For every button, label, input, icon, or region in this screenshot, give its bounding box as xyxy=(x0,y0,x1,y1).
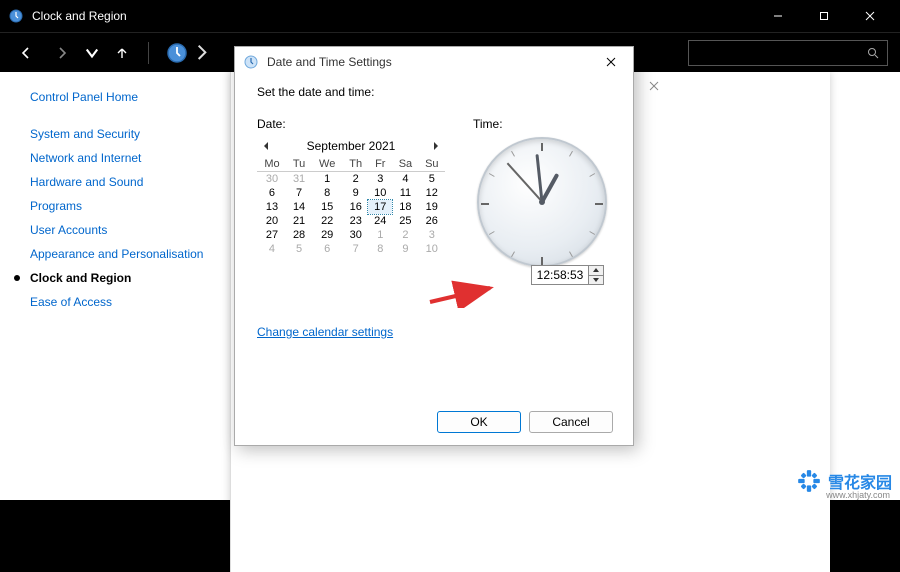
category-hardware-and-sound[interactable]: Hardware and Sound xyxy=(30,170,228,194)
category-system-and-security[interactable]: System and Security xyxy=(30,122,228,146)
calendar-day[interactable]: 8 xyxy=(368,242,392,256)
calendar-day[interactable]: 10 xyxy=(419,242,445,256)
calendar-day[interactable]: 27 xyxy=(257,228,287,242)
date-label: Date: xyxy=(257,117,445,131)
calendar-day[interactable]: 9 xyxy=(392,242,418,256)
calendar-day[interactable]: 1 xyxy=(368,228,392,242)
calendar-day[interactable]: 15 xyxy=(311,200,343,214)
maximize-button[interactable] xyxy=(802,2,846,30)
next-month-button[interactable] xyxy=(429,139,443,153)
weekday-header: Th xyxy=(343,157,368,172)
main-title: Clock and Region xyxy=(32,9,127,23)
category-clock-and-region[interactable]: Clock and Region xyxy=(30,266,228,290)
parent-dialog-close-button[interactable] xyxy=(640,76,668,96)
settings-clock-icon xyxy=(243,54,259,70)
calendar-day[interactable]: 4 xyxy=(392,172,418,187)
calendar-day[interactable]: 2 xyxy=(392,228,418,242)
calendar-day[interactable]: 14 xyxy=(287,200,311,214)
time-spinner[interactable] xyxy=(531,265,604,285)
category-ease-of-access[interactable]: Ease of Access xyxy=(30,290,228,314)
calendar-day[interactable]: 17 xyxy=(368,200,392,214)
change-calendar-settings-link[interactable]: Change calendar settings xyxy=(257,325,393,339)
address-bar-icon[interactable] xyxy=(165,41,189,65)
watermark-logo-icon xyxy=(796,468,822,494)
calendar-day[interactable]: 30 xyxy=(343,228,368,242)
calendar-day[interactable]: 13 xyxy=(257,200,287,214)
calendar-day[interactable]: 22 xyxy=(311,214,343,228)
calendar-day[interactable]: 16 xyxy=(343,200,368,214)
weekday-header: Su xyxy=(419,157,445,172)
calendar-day[interactable]: 9 xyxy=(343,186,368,200)
weekday-header: We xyxy=(311,157,343,172)
calendar-day[interactable]: 18 xyxy=(392,200,418,214)
calendar-day[interactable]: 8 xyxy=(311,186,343,200)
category-programs[interactable]: Programs xyxy=(30,194,228,218)
left-panel: Control Panel Home System and SecurityNe… xyxy=(0,72,240,314)
calendar-day[interactable]: 4 xyxy=(257,242,287,256)
main-titlebar: Clock and Region xyxy=(0,0,900,32)
watermark-url: www.xhjaty.com xyxy=(826,490,890,500)
instruction-text: Set the date and time: xyxy=(257,85,611,99)
dialog-title: Date and Time Settings xyxy=(267,55,392,69)
calendar-day[interactable]: 2 xyxy=(343,172,368,187)
calendar[interactable]: September 2021 MoTuWeThFrSaSu30311234567… xyxy=(257,137,445,256)
weekday-header: Sa xyxy=(392,157,418,172)
calendar-day[interactable]: 30 xyxy=(257,172,287,187)
calendar-day[interactable]: 10 xyxy=(368,186,392,200)
category-appearance-and-personalisation[interactable]: Appearance and Personalisation xyxy=(30,242,228,266)
time-spin-down[interactable] xyxy=(589,276,603,285)
calendar-day[interactable]: 12 xyxy=(419,186,445,200)
close-button[interactable] xyxy=(848,2,892,30)
calendar-day[interactable]: 26 xyxy=(419,214,445,228)
calendar-day[interactable]: 11 xyxy=(392,186,418,200)
search-icon xyxy=(867,47,879,59)
category-network-and-internet[interactable]: Network and Internet xyxy=(30,146,228,170)
recent-dropdown[interactable] xyxy=(84,39,100,67)
control-panel-home-link[interactable]: Control Panel Home xyxy=(30,90,228,104)
analog-clock xyxy=(477,137,607,267)
dialog-titlebar: Date and Time Settings xyxy=(235,47,633,77)
month-year-label[interactable]: September 2021 xyxy=(307,139,396,153)
minimize-button[interactable] xyxy=(756,2,800,30)
time-input[interactable] xyxy=(532,266,588,284)
calendar-day[interactable]: 1 xyxy=(311,172,343,187)
calendar-day[interactable]: 23 xyxy=(343,214,368,228)
calendar-day[interactable]: 28 xyxy=(287,228,311,242)
calendar-day[interactable]: 20 xyxy=(257,214,287,228)
calendar-day[interactable]: 29 xyxy=(311,228,343,242)
calendar-day[interactable]: 19 xyxy=(419,200,445,214)
forward-button[interactable] xyxy=(48,39,76,67)
clock-center xyxy=(539,199,545,205)
ok-button[interactable]: OK xyxy=(437,411,521,433)
cancel-button[interactable]: Cancel xyxy=(529,411,613,433)
calendar-day[interactable]: 31 xyxy=(287,172,311,187)
calendar-day[interactable]: 7 xyxy=(343,242,368,256)
weekday-header: Tu xyxy=(287,157,311,172)
calendar-day[interactable]: 3 xyxy=(368,172,392,187)
calendar-day[interactable]: 25 xyxy=(392,214,418,228)
weekday-header: Fr xyxy=(368,157,392,172)
calendar-day[interactable]: 21 xyxy=(287,214,311,228)
category-user-accounts[interactable]: User Accounts xyxy=(30,218,228,242)
calendar-day[interactable]: 6 xyxy=(311,242,343,256)
dialog-close-button[interactable] xyxy=(597,50,625,74)
calendar-day[interactable]: 5 xyxy=(287,242,311,256)
back-button[interactable] xyxy=(12,39,40,67)
date-time-settings-dialog: Date and Time Settings Set the date and … xyxy=(234,46,634,446)
time-spin-up[interactable] xyxy=(589,266,603,276)
time-label: Time: xyxy=(473,117,611,131)
search-box[interactable] xyxy=(688,40,888,66)
calendar-day[interactable]: 5 xyxy=(419,172,445,187)
up-button[interactable] xyxy=(108,39,136,67)
clock-region-icon xyxy=(8,8,24,24)
weekday-header: Mo xyxy=(257,157,287,172)
prev-month-button[interactable] xyxy=(259,139,273,153)
calendar-day[interactable]: 3 xyxy=(419,228,445,242)
calendar-day[interactable]: 24 xyxy=(368,214,392,228)
calendar-day[interactable]: 7 xyxy=(287,186,311,200)
calendar-day[interactable]: 6 xyxy=(257,186,287,200)
chevron-right-icon xyxy=(197,44,207,61)
